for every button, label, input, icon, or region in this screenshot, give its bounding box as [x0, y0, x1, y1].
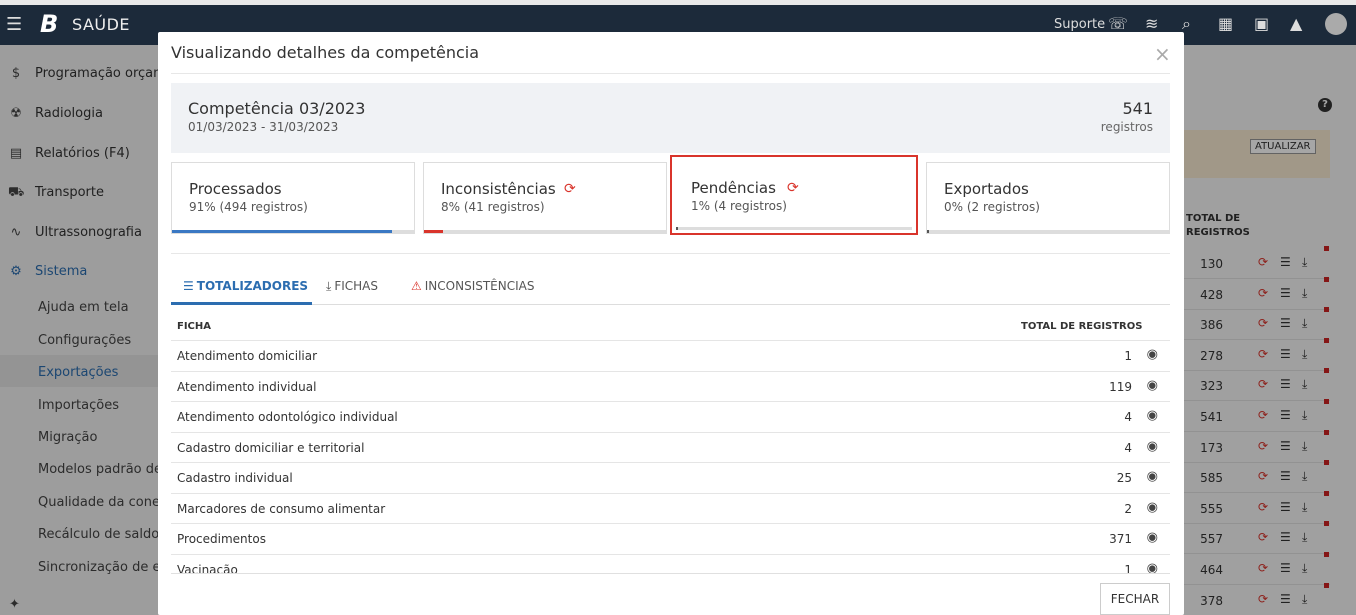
download-icon: ⤓ — [326, 279, 332, 293]
eye-icon[interactable]: ◉ — [1147, 347, 1158, 362]
tab-label: INCONSISTÊNCIAS — [424, 279, 535, 293]
tab-fichas[interactable]: ⤓ FICHAS — [326, 279, 378, 294]
suporte-link[interactable]: Suporte — [1054, 17, 1105, 32]
eye-icon[interactable]: ◉ — [1147, 439, 1158, 454]
eye-icon[interactable]: ◉ — [1147, 378, 1158, 393]
ficha-total: 1 — [1124, 562, 1132, 574]
eye-icon[interactable]: ◉ — [1147, 469, 1158, 484]
ficha-name: Vacinação — [177, 562, 238, 574]
card-pendencias[interactable]: Pendências ⟳ 1% (4 registros) — [670, 155, 918, 235]
card-title: Exportados — [944, 180, 1029, 198]
progress-bar — [676, 227, 678, 230]
ficha-total: 25 — [1116, 471, 1132, 485]
ficha-total: 1 — [1124, 349, 1132, 363]
progress-bar — [424, 230, 443, 233]
table-row: Atendimento odontológico individual 4 ◉ — [171, 401, 1170, 431]
ficha-name: Marcadores de consumo alimentar — [177, 501, 386, 516]
brand-name: SAÚDE — [72, 15, 131, 34]
progress-track — [424, 230, 666, 233]
tab-divider — [171, 304, 1170, 305]
menu-icon[interactable]: ☰ — [6, 14, 22, 35]
gift-icon[interactable]: ▣ — [1254, 14, 1269, 33]
competencia-summary: Competência 03/2023 01/03/2023 - 31/03/2… — [171, 83, 1170, 153]
ficha-total: 371 — [1109, 532, 1132, 546]
table-row: Atendimento domiciliar 1 ◉ — [171, 340, 1170, 370]
card-subtitle: 0% (2 registros) — [944, 200, 1040, 214]
card-processados[interactable]: Processados 91% (494 registros) — [171, 162, 415, 234]
eye-icon[interactable]: ◉ — [1147, 408, 1158, 423]
divider — [171, 73, 1170, 74]
progress-bar — [927, 230, 929, 233]
headset-icon[interactable]: ☏ — [1108, 14, 1128, 33]
search-icon[interactable]: ⌕ — [1182, 14, 1191, 34]
logo: B — [40, 10, 59, 38]
ficha-total: 4 — [1124, 440, 1132, 455]
column-header-total: TOTAL DE REGISTROS — [1021, 321, 1143, 332]
column-header-ficha: FICHA — [177, 321, 211, 332]
eye-icon[interactable]: ◉ — [1147, 561, 1158, 574]
ficha-name: Atendimento domiciliar — [177, 349, 318, 363]
tab-inconsistencias[interactable]: ⚠ INCONSISTÊNCIAS — [411, 279, 535, 293]
card-title: Pendências — [691, 179, 776, 197]
table-row: Cadastro domiciliar e territorial 4 ◉ — [171, 431, 1170, 462]
ficha-name: Atendimento odontológico individual — [177, 410, 398, 424]
card-subtitle: 1% (4 registros) — [691, 199, 787, 213]
divider — [171, 253, 1170, 254]
card-exportados[interactable]: Exportados 0% (2 registros) — [926, 162, 1170, 234]
tab-label: TOTALIZADORES — [196, 279, 309, 293]
refresh-icon[interactable]: ⟳ — [564, 181, 576, 197]
progress-bar — [172, 230, 392, 233]
ficha-name: Cadastro domiciliar e territorial — [177, 440, 365, 455]
ficha-total: 4 — [1124, 410, 1132, 424]
ficha-name: Atendimento individual — [177, 379, 317, 394]
table-row: Marcadores de consumo alimentar 2 ◉ — [171, 492, 1170, 523]
table-row: Procedimentos 371 ◉ — [171, 523, 1170, 553]
total-count: 541 — [1122, 99, 1153, 118]
tab-label: FICHAS — [334, 279, 378, 293]
card-subtitle: 8% (41 registros) — [441, 200, 545, 214]
eye-icon[interactable]: ◉ — [1147, 500, 1158, 515]
table-body[interactable]: Atendimento domiciliar 1 ◉ Atendimento indi… — [158, 340, 1184, 573]
card-inconsistencias[interactable]: Inconsistências ⟳ 8% (41 registros) — [423, 162, 667, 234]
ficha-name: Cadastro individual — [177, 471, 293, 485]
table-row: Atendimento individual 119 ◉ — [171, 370, 1170, 401]
tab-totalizadores[interactable]: ☰ TOTALIZADORES — [183, 279, 308, 293]
card-title: Inconsistências — [441, 180, 556, 198]
total-count-label: registros — [1100, 120, 1153, 134]
bell-icon[interactable]: ▲ — [1290, 14, 1302, 33]
footer-divider — [171, 573, 1170, 574]
refresh-icon[interactable]: ⟳ — [787, 180, 799, 196]
table-row: Vacinação 1 ◉ — [171, 553, 1170, 574]
ficha-name: Procedimentos — [177, 532, 266, 546]
card-subtitle: 91% (494 registros) — [189, 200, 308, 214]
fechar-button[interactable]: FECHAR — [1100, 583, 1170, 615]
active-tab-indicator — [171, 302, 312, 305]
progress-track — [927, 230, 1169, 233]
competencia-title: Competência 03/2023 — [188, 99, 366, 118]
avatar[interactable] — [1325, 13, 1347, 35]
ficha-total: 2 — [1124, 501, 1132, 516]
table-row: Cadastro individual 25 ◉ — [171, 462, 1170, 492]
card-title: Processados — [189, 180, 282, 198]
wifi-icon[interactable]: ≋ — [1145, 14, 1158, 33]
close-icon[interactable]: × — [1154, 42, 1171, 66]
list-icon: ☰ — [183, 279, 194, 293]
apps-grid-icon[interactable]: ▦ — [1218, 14, 1233, 33]
competencia-period: 01/03/2023 - 31/03/2023 — [188, 120, 339, 134]
modal-title: Visualizando detalhes da competência — [171, 43, 480, 62]
ficha-total: 119 — [1109, 379, 1132, 394]
details-modal: Visualizando detalhes da competência × C… — [158, 32, 1184, 615]
warning-icon: ⚠ — [411, 279, 422, 293]
progress-track — [676, 227, 912, 230]
eye-icon[interactable]: ◉ — [1147, 530, 1158, 545]
